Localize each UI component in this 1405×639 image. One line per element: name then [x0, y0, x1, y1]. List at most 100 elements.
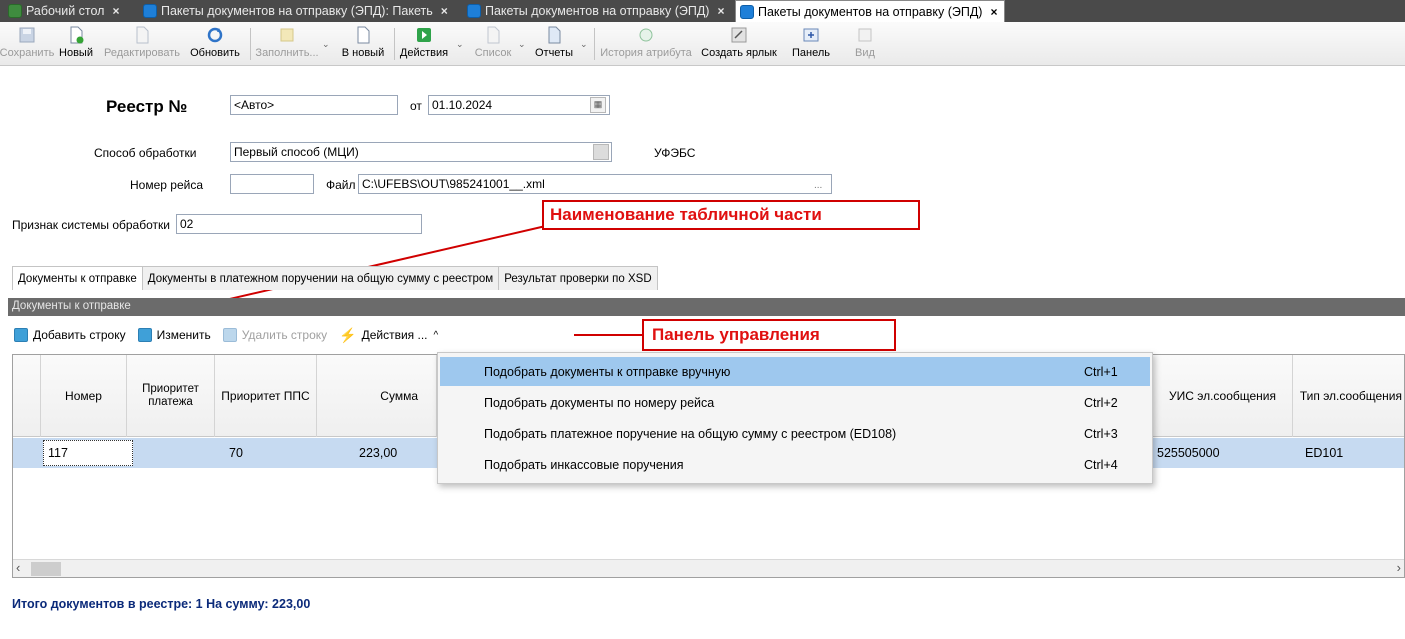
close-icon[interactable]: × [717, 4, 724, 18]
save-button[interactable]: Сохранить [0, 24, 54, 64]
menu-item-select-payment-order[interactable]: Подобрать платежное поручение на общую с… [440, 419, 1150, 448]
cell-payment-priority[interactable] [137, 438, 217, 468]
select-button[interactable] [593, 144, 609, 160]
tab-label: Пакеты документов на отправку (ЭПД) [485, 4, 710, 18]
menu-item-select-by-flight[interactable]: Подобрать документы по номеру рейса Ctrl… [440, 388, 1150, 417]
edit-button[interactable]: Редактировать [100, 24, 184, 64]
browse-button[interactable]: ... [814, 180, 822, 191]
close-icon[interactable]: × [990, 5, 997, 19]
edit-row-icon [137, 328, 152, 342]
column-header-payment-priority[interactable]: Приоритет платежа [127, 355, 215, 437]
actions-button[interactable]: Действия [396, 24, 452, 64]
registry-number-field[interactable]: <Авто> [230, 95, 398, 115]
delete-row-icon [222, 328, 237, 342]
tab-label: Пакеты документов на отправку (ЭПД): Пак… [161, 4, 433, 18]
fill-button[interactable]: Заполнить... [255, 24, 319, 64]
flight-number-field[interactable] [230, 174, 314, 194]
attribute-history-button[interactable]: История атрибута [598, 24, 694, 64]
cell-sum[interactable]: 223,00 [355, 438, 435, 468]
menu-item-select-manually[interactable]: Подобрать документы к отправке вручную C… [440, 357, 1150, 386]
registry-label: Реестр № [106, 97, 188, 116]
tab-label: Пакеты документов на отправку (ЭПД) [758, 4, 983, 19]
to-new-button[interactable]: В новый [338, 24, 388, 64]
tab-packet-active[interactable]: Пакеты документов на отправку (ЭПД) × [735, 0, 1005, 22]
chevron-down-icon[interactable]: ⌄ [456, 39, 464, 50]
delete-row-button[interactable]: Удалить строку [222, 328, 327, 342]
menu-item-select-collection-orders[interactable]: Подобрать инкассовые поручения Ctrl+4 [440, 450, 1150, 479]
toolbar-separator [594, 28, 595, 60]
tab-label: Рабочий стол [26, 4, 105, 18]
fill-icon [280, 28, 294, 42]
method-label: Способ обработки [94, 146, 197, 160]
tab-documents-to-send[interactable]: Документы к отправке [12, 266, 143, 290]
save-icon [19, 27, 35, 43]
column-header-sum[interactable]: Сумма [317, 355, 437, 437]
document-icon [143, 4, 157, 18]
flight-number-label: Номер рейса [130, 178, 203, 192]
document-icon [740, 4, 754, 19]
cell-uis[interactable]: 525505000 [1153, 438, 1273, 468]
grid-actions-button[interactable]: ⚡ Действия ... ^ [339, 327, 438, 344]
section-tabs: Документы к отправке Документы в платежн… [12, 266, 658, 290]
view-button[interactable]: Вид [850, 24, 880, 64]
panel-button[interactable]: Панель [788, 24, 834, 64]
chevron-down-icon[interactable]: ⌄ [518, 39, 526, 50]
column-header-number[interactable]: Номер [41, 355, 127, 437]
new-button[interactable]: Новый [56, 24, 96, 64]
tab-packet-1[interactable]: Пакеты документов на отправку (ЭПД): Пак… [139, 0, 463, 22]
lightning-icon: ⚡ [339, 326, 357, 343]
cell-pps-priority[interactable]: 70 [225, 438, 305, 468]
date-from-label: от [410, 99, 422, 113]
list-button[interactable]: Список [470, 24, 516, 64]
reports-button[interactable]: Отчеты [532, 24, 576, 64]
desktop-icon [8, 4, 22, 18]
section-title-bar: Документы к отправке [8, 298, 1405, 316]
annotation-control-panel: Панель управления [652, 325, 820, 344]
method-field[interactable]: Первый способ (МЦИ) [230, 142, 612, 162]
toolbar-separator [394, 28, 395, 60]
edit-document-icon [136, 26, 149, 44]
chevron-right-icon[interactable]: › [1397, 560, 1401, 575]
document-icon [467, 4, 481, 18]
calendar-icon[interactable]: ▦ [590, 97, 606, 113]
file-label: Файл [326, 178, 356, 192]
system-field[interactable]: 02 [176, 214, 422, 234]
copy-document-icon [357, 26, 370, 44]
tab-documents-in-payment-order[interactable]: Документы в платежном поручении на общую… [141, 266, 500, 290]
date-field[interactable]: 01.10.2024 [428, 95, 610, 115]
horizontal-scrollbar[interactable]: ‹ › [13, 559, 1404, 577]
column-header-uis[interactable]: УИС эл.сообщения [1153, 355, 1293, 437]
report-icon [548, 26, 561, 44]
chevron-down-icon[interactable]: ⌄ [322, 39, 330, 50]
chevron-down-icon[interactable]: ⌄ [580, 39, 588, 50]
close-icon[interactable]: × [112, 4, 119, 18]
shortcut-icon [731, 27, 747, 43]
file-path-field[interactable]: C:\UFEBS\OUT\985241001__.xml [358, 174, 832, 194]
chevron-up-icon: ^ [433, 329, 439, 341]
create-shortcut-button[interactable]: Создать ярлык [698, 24, 780, 64]
column-header [13, 355, 41, 437]
scrollbar-thumb[interactable] [31, 562, 61, 576]
list-icon [487, 26, 500, 44]
new-document-icon [70, 26, 84, 44]
edit-row-button[interactable]: Изменить [137, 328, 211, 342]
annotation-arrow-line [574, 334, 642, 336]
cell-number[interactable]: 117 [43, 440, 133, 466]
registry-totals: Итого документов в реестре: 1 На сумму: … [12, 597, 311, 611]
add-row-button[interactable]: Добавить строку [14, 328, 126, 342]
chevron-left-icon[interactable]: ‹ [16, 560, 20, 575]
cell-message-type[interactable]: ED101 [1301, 438, 1401, 468]
annotation-table-part: Наименование табличной части [550, 205, 822, 224]
ufebs-label: УФЭБС [654, 146, 696, 160]
tab-xsd-check-result[interactable]: Результат проверки по XSD [498, 266, 658, 290]
column-header-pps-priority[interactable]: Приоритет ППС [215, 355, 317, 437]
system-label: Признак системы обработки [12, 218, 170, 232]
column-header-message-type[interactable]: Тип эл.сообщения [1293, 355, 1404, 437]
view-icon [858, 28, 872, 42]
tab-packet-2[interactable]: Пакеты документов на отправку (ЭПД) × [463, 0, 735, 22]
tab-desktop[interactable]: Рабочий стол × [4, 0, 139, 22]
actions-dropdown-menu: Подобрать документы к отправке вручную C… [437, 352, 1153, 484]
panel-icon [803, 28, 819, 42]
close-icon[interactable]: × [441, 4, 448, 18]
refresh-button[interactable]: Обновить [186, 24, 244, 64]
